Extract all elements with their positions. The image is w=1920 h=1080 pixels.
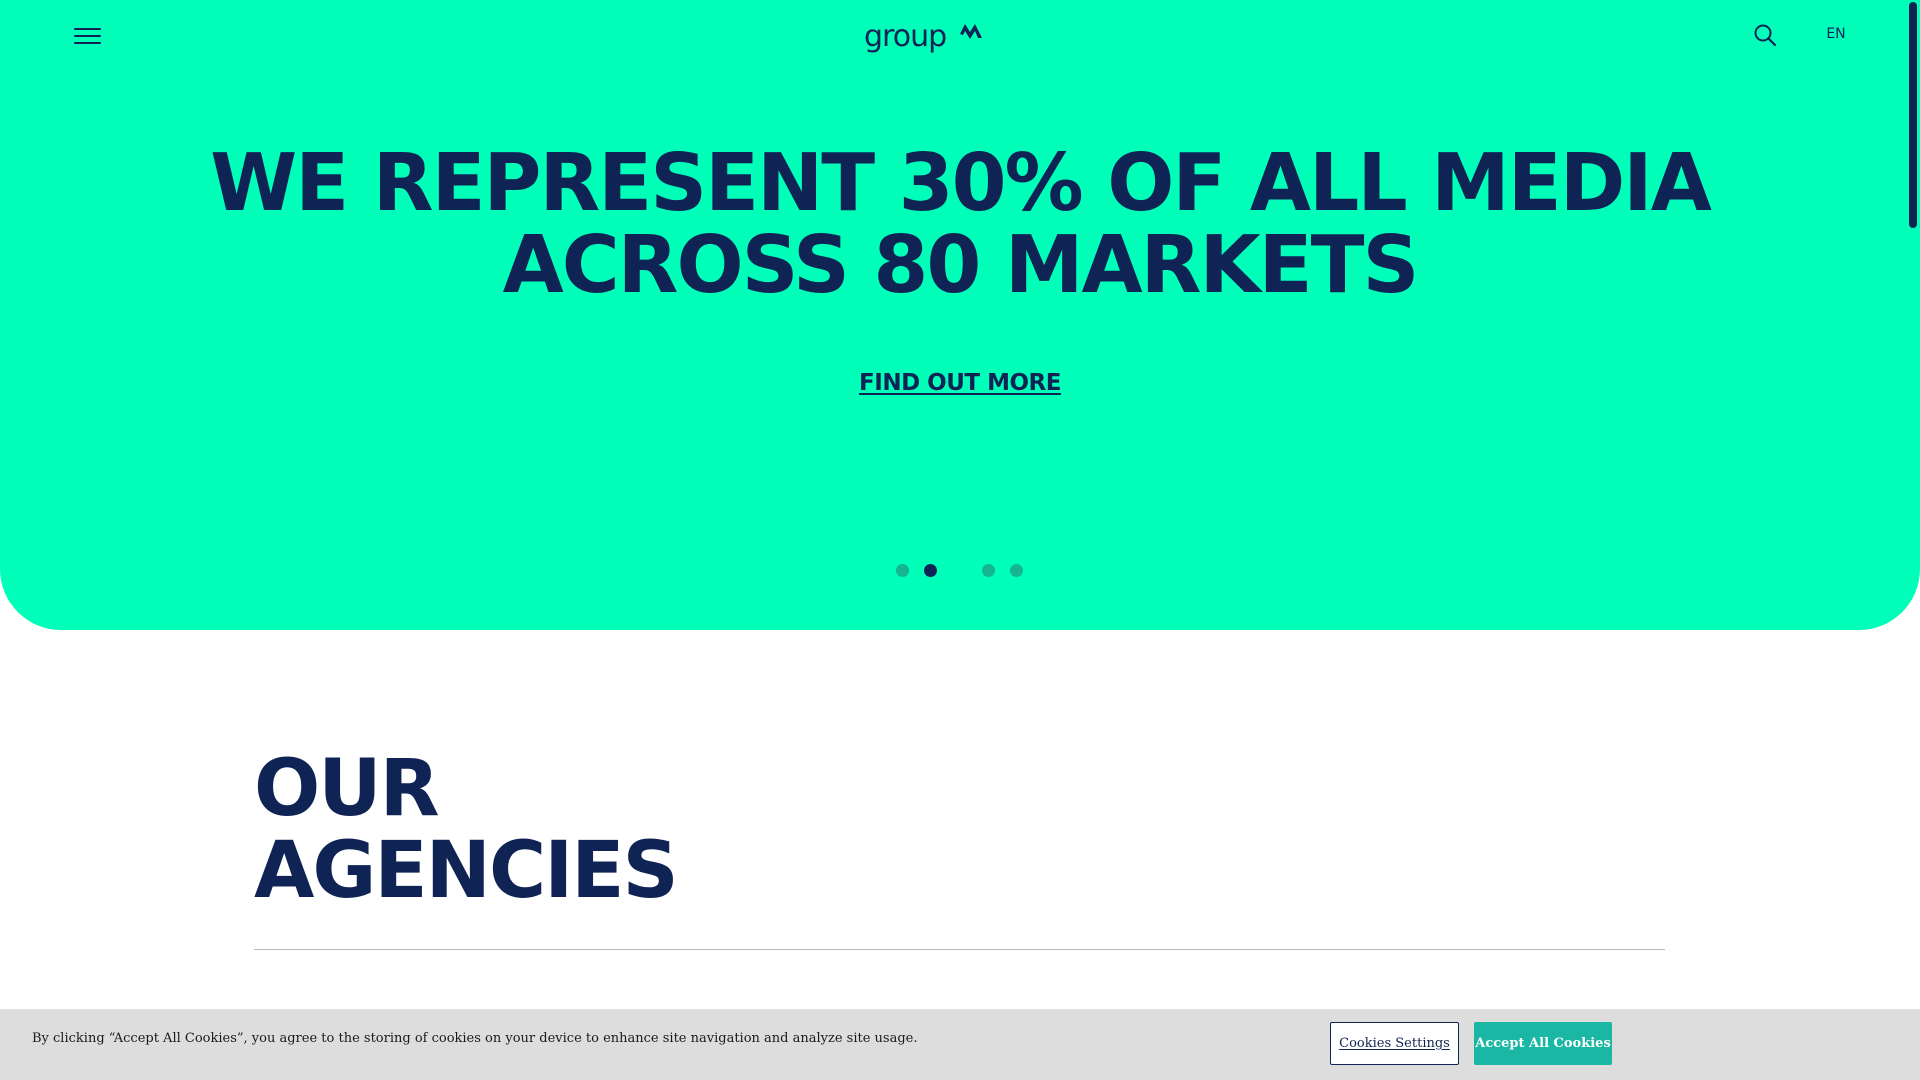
scrollbar-thumb[interactable] (1909, 2, 1917, 228)
hamburger-menu-icon[interactable] (72, 24, 104, 48)
language-selector[interactable]: EN (1816, 22, 1856, 46)
search-icon[interactable] (1752, 22, 1778, 48)
svg-text:group: group (864, 19, 946, 54)
groupm-logo[interactable]: group (862, 18, 986, 58)
carousel-pagination (890, 562, 1030, 578)
carousel-dot-1[interactable] (896, 564, 909, 577)
menu-line (74, 42, 101, 44)
cookie-message: By clicking “Accept All Cookies”, you ag… (32, 1031, 918, 1046)
page: group EN WE REPRESENT 30% OF ALL MEDIA A… (0, 0, 1920, 1080)
section-title-line: OUR (254, 744, 440, 834)
section-title-line: AGENCIES (254, 826, 679, 916)
find-out-more-link[interactable]: FIND OUT MORE (810, 370, 1110, 396)
cookies-settings-button[interactable]: Cookies Settings (1330, 1022, 1459, 1065)
hero-headline: WE REPRESENT 30% OF ALL MEDIA ACROSS 80 … (160, 142, 1760, 306)
section-divider (254, 949, 1665, 950)
groupm-logo-mark: group (864, 19, 982, 54)
menu-line (74, 28, 101, 30)
carousel-dot-4[interactable] (1010, 564, 1023, 577)
menu-line (74, 35, 101, 37)
hero-headline-line: ACROSS 80 MARKETS (502, 219, 1420, 311)
accept-all-cookies-button[interactable]: Accept All Cookies (1474, 1022, 1612, 1065)
hero-headline-line: WE REPRESENT 30% OF ALL MEDIA (210, 137, 1712, 229)
carousel-dot-2[interactable] (924, 564, 937, 577)
carousel-dot-3[interactable] (982, 564, 995, 577)
hero-section: group EN WE REPRESENT 30% OF ALL MEDIA A… (0, 0, 1920, 630)
cookie-banner: By clicking “Accept All Cookies”, you ag… (0, 1009, 1920, 1080)
our-agencies-title: OUR AGENCIES (254, 748, 854, 912)
